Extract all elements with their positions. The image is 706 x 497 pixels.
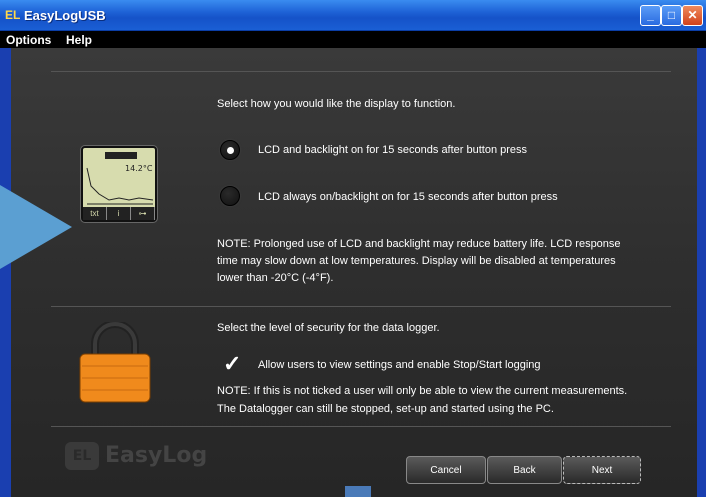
display-note: NOTE: Prolonged use of LCD and backlight…	[217, 236, 621, 287]
security-heading: Select the level of security for the dat…	[217, 322, 440, 334]
note-line: NOTE: If this is not ticked a user will …	[217, 385, 628, 397]
lcd-display-icon: 14.2°C txt i ⊶	[81, 146, 157, 222]
note-line: NOTE: Prolonged use of LCD and backlight…	[217, 238, 621, 250]
menu-help[interactable]: Help	[66, 33, 92, 47]
lcd-key-txt: txt	[83, 207, 107, 220]
menu-bar: Options Help	[0, 31, 706, 48]
display-heading: Select how you would like the display to…	[217, 98, 456, 110]
radio-lcd-backlight-15s[interactable]	[220, 140, 240, 160]
next-button[interactable]: Next	[563, 456, 641, 484]
easylog-logo-text: EasyLog	[105, 443, 208, 468]
lcd-key-info: i	[107, 207, 131, 220]
close-button[interactable]: ✕	[682, 5, 703, 26]
checkbox-label[interactable]: Allow users to view settings and enable …	[258, 359, 541, 371]
radio-label[interactable]: LCD always on/backlight on for 15 second…	[258, 191, 558, 203]
radio-label[interactable]: LCD and backlight on for 15 seconds afte…	[258, 144, 527, 156]
divider	[51, 71, 671, 72]
title-bar: EL EasyLogUSB _ □ ✕	[0, 0, 706, 31]
back-button[interactable]: Back	[487, 456, 562, 484]
note-line: lower than -20°C (-4°F).	[217, 272, 334, 284]
radio-lcd-always-on[interactable]	[220, 186, 240, 206]
maximize-button[interactable]: □	[661, 5, 682, 26]
divider	[51, 426, 671, 427]
note-line: time may slow down at low temperatures. …	[217, 255, 616, 267]
easylog-logo-mark: EL	[65, 442, 99, 470]
easylog-logo: EL EasyLog	[65, 442, 207, 470]
app-icon: EL	[5, 8, 21, 22]
allow-settings-checkbox[interactable]: ✓	[223, 351, 241, 377]
cancel-button[interactable]: Cancel	[406, 456, 486, 484]
menu-options[interactable]: Options	[6, 33, 51, 47]
lcd-key-tool: ⊶	[131, 207, 155, 220]
security-note: NOTE: If this is not ticked a user will …	[217, 382, 627, 418]
divider	[51, 306, 671, 307]
lcd-graph-icon	[86, 167, 154, 205]
window-title: EasyLogUSB	[24, 8, 106, 23]
note-line: The Datalogger can still be stopped, set…	[217, 403, 554, 415]
pointer-arrow-stem	[0, 197, 12, 257]
padlock-icon	[79, 322, 151, 403]
minimize-button[interactable]: _	[640, 5, 661, 26]
bottom-indicator	[345, 486, 371, 497]
radio-selected-dot	[227, 147, 234, 154]
